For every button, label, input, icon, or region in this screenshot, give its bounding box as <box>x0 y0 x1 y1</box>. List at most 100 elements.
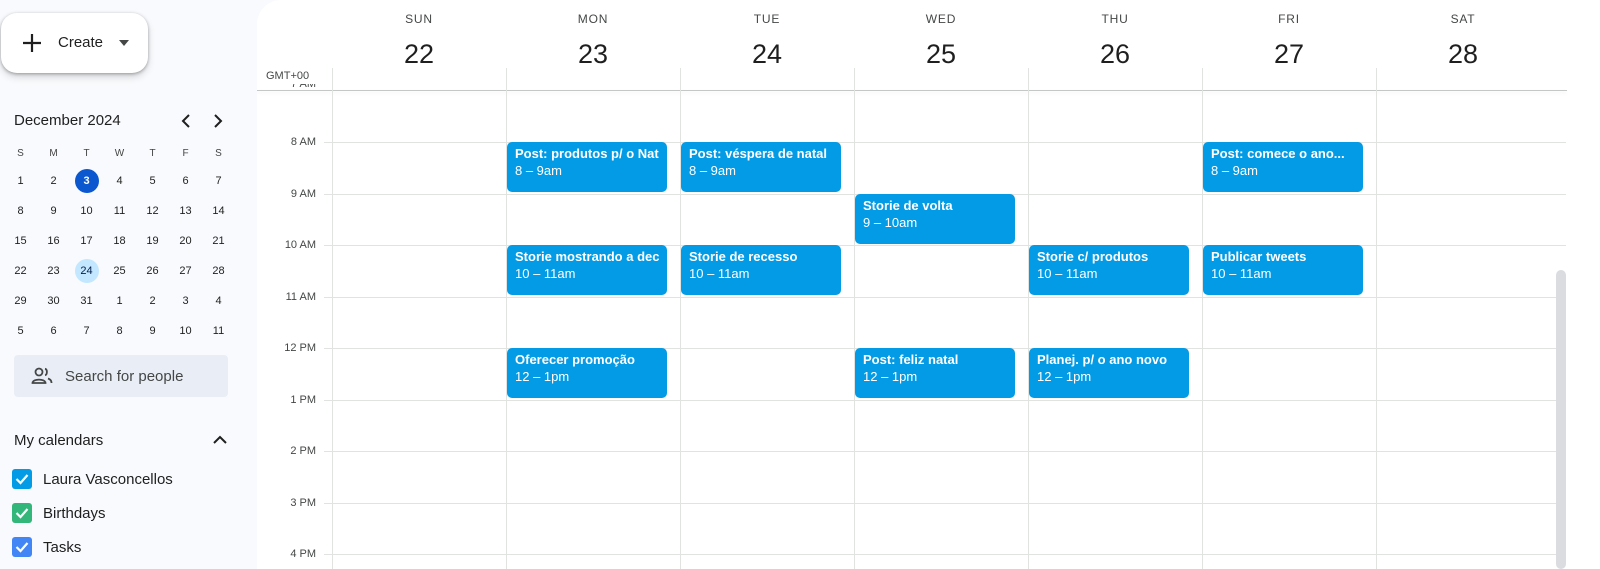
mini-calendar-day[interactable]: 1 <box>4 166 37 196</box>
event-chip[interactable]: Storie c/ produtos 10 – 11am <box>1029 245 1189 295</box>
date-number[interactable]: 27 <box>1202 39 1376 70</box>
day-header-wed[interactable]: WED 25 <box>854 0 1028 90</box>
mini-calendar-day[interactable]: 10 <box>169 316 202 346</box>
event-chip[interactable]: Post: comece o ano... 8 – 9am <box>1203 142 1363 192</box>
header-column-divider <box>1376 68 1377 90</box>
mini-calendar-day[interactable]: 7 <box>70 316 103 346</box>
my-calendars-header[interactable]: My calendars <box>14 428 228 452</box>
search-people-input[interactable]: Search for people <box>14 355 228 397</box>
header-divider <box>257 90 1567 91</box>
date-number[interactable]: 25 <box>854 39 1028 70</box>
mini-calendar-day[interactable]: 9 <box>37 196 70 226</box>
calendar-item-birthdays[interactable]: Birthdays <box>12 501 242 525</box>
header-column-divider <box>680 68 681 90</box>
mini-calendar-day[interactable]: 4 <box>202 286 235 316</box>
date-number[interactable]: 23 <box>506 39 680 70</box>
mini-calendar-day[interactable]: 2 <box>37 166 70 196</box>
mini-calendar-day[interactable]: 13 <box>169 196 202 226</box>
event-time: 9 – 10am <box>863 215 918 230</box>
mini-calendar-day[interactable]: 3 <box>70 166 103 196</box>
day-of-week-label: SUN <box>405 12 433 26</box>
calendar-app: Create December 2024 S M T W T F S 1 2 3 4 5 6 7 8 9 10 1… <box>0 0 1600 569</box>
chevron-right-icon <box>214 114 223 128</box>
column-divider <box>854 90 855 569</box>
mini-calendar-day[interactable]: 19 <box>136 226 169 256</box>
mini-calendar-day-number: 18 <box>113 235 126 247</box>
next-month-button[interactable] <box>207 110 229 132</box>
calendar-item-tasks[interactable]: Tasks <box>12 535 242 559</box>
mini-calendar-day[interactable]: 27 <box>169 256 202 286</box>
mini-calendar-day[interactable]: 6 <box>169 166 202 196</box>
day-header-sun[interactable]: SUN 22 <box>332 0 506 90</box>
mini-calendar-day[interactable]: 31 <box>70 286 103 316</box>
mini-calendar-day[interactable]: 25 <box>103 256 136 286</box>
event-chip[interactable]: Storie de volta 9 – 10am <box>855 194 1015 244</box>
mini-calendar-week: 22 23 24 25 26 27 28 <box>4 256 235 286</box>
previous-month-button[interactable] <box>175 110 197 132</box>
day-header-tue[interactable]: TUE 24 <box>680 0 854 90</box>
hour-line <box>332 451 1566 452</box>
mini-calendar-day[interactable]: 10 <box>70 196 103 226</box>
mini-calendar-day[interactable]: 5 <box>136 166 169 196</box>
day-header-fri[interactable]: FRI 27 <box>1202 0 1376 90</box>
mini-calendar-day[interactable]: 9 <box>136 316 169 346</box>
mini-calendar-day[interactable]: 26 <box>136 256 169 286</box>
mini-calendar-day-number: 4 <box>215 295 222 307</box>
mini-calendar-day[interactable]: 5 <box>4 316 37 346</box>
mini-calendar-weekdays: SMTWTFS <box>4 140 235 166</box>
mini-calendar-day-number: 17 <box>80 235 93 247</box>
mini-calendar-day[interactable]: 3 <box>169 286 202 316</box>
date-number[interactable]: 24 <box>680 39 854 70</box>
mini-calendar-day[interactable]: 17 <box>70 226 103 256</box>
event-title: Post: véspera de natal <box>689 146 827 161</box>
mini-calendar-day[interactable]: 24 <box>70 256 103 286</box>
mini-calendar-day[interactable]: 4 <box>103 166 136 196</box>
mini-calendar-day[interactable]: 30 <box>37 286 70 316</box>
mini-calendar-day[interactable]: 22 <box>4 256 37 286</box>
mini-calendar-day[interactable]: 28 <box>202 256 235 286</box>
event-chip[interactable]: Oferecer promoção 12 – 1pm <box>507 348 667 398</box>
day-header-mon[interactable]: MON 23 <box>506 0 680 90</box>
mini-calendar-day[interactable]: 18 <box>103 226 136 256</box>
calendar-item-laura-vasconcellos[interactable]: Laura Vasconcellos <box>12 467 242 491</box>
event-chip[interactable]: Post: véspera de natal 8 – 9am <box>681 142 841 192</box>
mini-calendar-day[interactable]: 2 <box>136 286 169 316</box>
day-header-sat[interactable]: SAT 28 <box>1376 0 1550 90</box>
mini-calendar-day[interactable]: 11 <box>202 316 235 346</box>
search-people-placeholder: Search for people <box>65 368 184 385</box>
checkbox-checked-icon[interactable] <box>12 503 32 523</box>
event-chip[interactable]: Planej. p/ o ano novo 12 – 1pm <box>1029 348 1189 398</box>
date-number[interactable]: 28 <box>1376 39 1550 70</box>
date-number[interactable]: 22 <box>332 39 506 70</box>
mini-calendar-day[interactable]: 1 <box>103 286 136 316</box>
event-chip[interactable]: Post: produtos p/ o Natal 8 – 9am <box>507 142 667 192</box>
mini-calendar-day[interactable]: 14 <box>202 196 235 226</box>
checkbox-checked-icon[interactable] <box>12 537 32 557</box>
mini-calendar-day[interactable]: 29 <box>4 286 37 316</box>
mini-calendar-day-number: 27 <box>179 265 192 277</box>
checkbox-checked-icon[interactable] <box>12 469 32 489</box>
event-chip[interactable]: Storie mostrando a decoração 10 – 11am <box>507 245 667 295</box>
event-chip[interactable]: Post: feliz natal 12 – 1pm <box>855 348 1015 398</box>
vertical-scrollbar[interactable] <box>1556 270 1566 569</box>
mini-calendar-day[interactable]: 12 <box>136 196 169 226</box>
mini-calendar-day[interactable]: 8 <box>4 196 37 226</box>
mini-calendar-day[interactable]: 6 <box>37 316 70 346</box>
date-number[interactable]: 26 <box>1028 39 1202 70</box>
mini-calendar-day-number: 26 <box>146 265 159 277</box>
mini-calendar-day[interactable]: 16 <box>37 226 70 256</box>
mini-calendar-day[interactable]: 8 <box>103 316 136 346</box>
mini-calendar-day[interactable]: 23 <box>37 256 70 286</box>
mini-calendar-day[interactable]: 11 <box>103 196 136 226</box>
event-chip[interactable]: Storie de recesso 10 – 11am <box>681 245 841 295</box>
mini-calendar-day[interactable]: 7 <box>202 166 235 196</box>
mini-calendar-day[interactable]: 20 <box>169 226 202 256</box>
hour-tick <box>324 297 332 298</box>
create-button[interactable]: Create <box>1 13 148 73</box>
event-chip[interactable]: Publicar tweets 10 – 11am <box>1203 245 1363 295</box>
mini-calendar-day[interactable]: 15 <box>4 226 37 256</box>
mini-calendar-day-number: 16 <box>47 235 60 247</box>
day-header-thu[interactable]: THU 26 <box>1028 0 1202 90</box>
event-time: 8 – 9am <box>689 163 736 178</box>
mini-calendar-day[interactable]: 21 <box>202 226 235 256</box>
